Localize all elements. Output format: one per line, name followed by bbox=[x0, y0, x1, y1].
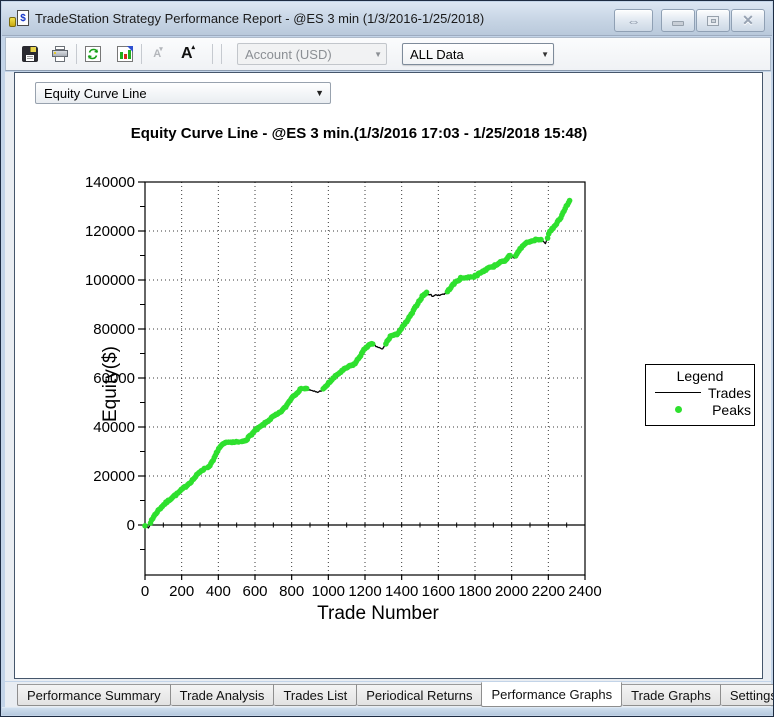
svg-text:120000: 120000 bbox=[85, 223, 135, 240]
toolbar-separator bbox=[221, 44, 222, 64]
title-bar: $ TradeStation Strategy Performance Repo… bbox=[2, 2, 772, 36]
maximize-button[interactable] bbox=[696, 9, 730, 32]
minimize-icon bbox=[672, 21, 684, 26]
window-title: TradeStation Strategy Performance Report… bbox=[35, 11, 485, 26]
tab-trade-graphs[interactable]: Trade Graphs bbox=[622, 684, 721, 706]
toolbar-separator bbox=[76, 44, 77, 64]
svg-text:20000: 20000 bbox=[93, 468, 135, 485]
svg-text:2200: 2200 bbox=[532, 583, 565, 600]
trades-line-swatch bbox=[655, 392, 701, 393]
svg-text:1400: 1400 bbox=[385, 583, 418, 600]
refresh-icon bbox=[85, 46, 101, 62]
report-format-button[interactable] bbox=[113, 42, 137, 66]
data-range-selector[interactable]: ALL Data ▼ bbox=[402, 43, 554, 65]
tab-bar: Performance Summary Trade Analysis Trades … bbox=[5, 682, 773, 709]
legend-label-peaks: Peaks bbox=[712, 401, 751, 418]
tradestation-report-icon: $ bbox=[9, 10, 29, 27]
svg-text:2000: 2000 bbox=[495, 583, 528, 600]
svg-text:1000: 1000 bbox=[312, 583, 345, 600]
tab-performance-summary[interactable]: Performance Summary bbox=[17, 684, 171, 706]
svg-text:40000: 40000 bbox=[93, 419, 135, 436]
toolbar: A ▾ A ▴ Account (USD) ▼ ALL Data ▼ bbox=[5, 37, 771, 71]
print-button[interactable] bbox=[48, 42, 72, 66]
account-selector-value: Account (USD) bbox=[245, 46, 332, 62]
svg-text:140000: 140000 bbox=[85, 174, 135, 191]
legend-row-peaks: Peaks bbox=[646, 401, 754, 418]
svg-text:80000: 80000 bbox=[93, 321, 135, 338]
svg-text:1600: 1600 bbox=[422, 583, 455, 600]
coins-glyph bbox=[9, 17, 16, 27]
toolbar-separator bbox=[141, 44, 142, 64]
chevron-down-icon: ▼ bbox=[541, 49, 549, 59]
dollar-page-glyph: $ bbox=[17, 10, 29, 26]
svg-text:0: 0 bbox=[141, 583, 149, 600]
report-format-icon bbox=[117, 46, 133, 62]
svg-text:1200: 1200 bbox=[348, 583, 381, 600]
report-content-area: Equity Curve Line ▼ Equity Curve Line - … bbox=[5, 72, 771, 681]
window-bottom-frame bbox=[2, 707, 773, 715]
chart-legend: Legend Trades Peaks bbox=[645, 364, 755, 426]
svg-text:2400: 2400 bbox=[568, 583, 601, 600]
maximize-icon bbox=[707, 15, 719, 26]
svg-text:0: 0 bbox=[127, 517, 135, 534]
account-selector[interactable]: Account (USD) ▼ bbox=[237, 43, 387, 65]
increase-font-button[interactable]: A ▴ bbox=[176, 42, 200, 66]
minimize-button[interactable] bbox=[661, 9, 695, 32]
legend-title: Legend bbox=[676, 368, 724, 384]
decrease-font-button: A ▾ bbox=[153, 45, 163, 60]
legend-row-trades: Trades bbox=[646, 384, 754, 401]
svg-text:800: 800 bbox=[279, 583, 304, 600]
toolbar-separator bbox=[212, 44, 213, 64]
tab-performance-graphs[interactable]: Performance Graphs bbox=[481, 682, 623, 707]
svg-text:1800: 1800 bbox=[458, 583, 491, 600]
tab-periodical-returns[interactable]: Periodical Returns bbox=[357, 684, 483, 706]
performance-graph-panel: Equity Curve Line ▼ Equity Curve Line - … bbox=[14, 72, 763, 679]
save-icon bbox=[22, 46, 38, 62]
chevron-down-icon: ▼ bbox=[374, 49, 382, 59]
legend-label-trades: Trades bbox=[707, 384, 751, 401]
svg-text:100000: 100000 bbox=[85, 272, 135, 289]
save-button[interactable] bbox=[18, 42, 42, 66]
float-window-button[interactable]: ⇔ bbox=[614, 9, 653, 32]
peaks-dot-swatch bbox=[674, 406, 682, 413]
data-range-selector-value: ALL Data bbox=[410, 46, 464, 62]
svg-text:400: 400 bbox=[206, 583, 231, 600]
svg-text:600: 600 bbox=[242, 583, 267, 600]
refresh-button[interactable] bbox=[81, 42, 105, 66]
svg-text:60000: 60000 bbox=[93, 370, 135, 387]
print-icon bbox=[52, 46, 68, 62]
tab-settings[interactable]: Settings bbox=[720, 684, 773, 706]
tab-trades-list[interactable]: Trades List bbox=[274, 684, 358, 706]
tradestation-performance-report-window: $ TradeStation Strategy Performance Repo… bbox=[0, 0, 774, 717]
tab-trade-analysis[interactable]: Trade Analysis bbox=[170, 684, 275, 706]
svg-text:200: 200 bbox=[169, 583, 194, 600]
close-button[interactable]: ✕ bbox=[731, 9, 765, 32]
